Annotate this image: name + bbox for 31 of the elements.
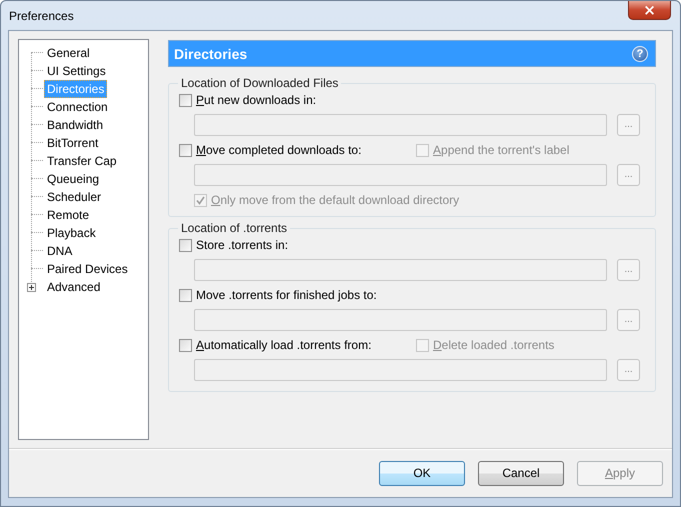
group-title: Location of .torrents — [180, 221, 288, 235]
checkbox-label[interactable]: Put new downloads in: — [196, 93, 316, 107]
tree-item[interactable]: Transfer Cap — [44, 152, 120, 170]
tree-item[interactable]: General — [44, 44, 93, 62]
dialog-button[interactable]: Cancel — [478, 460, 564, 486]
page-title: Directories — [174, 46, 248, 62]
tree-item[interactable]: Playback — [44, 224, 99, 242]
checkbox-label[interactable]: Automatically load .torrents from: — [196, 338, 372, 352]
tree-item[interactable]: Paired Devices — [44, 260, 131, 278]
tree-item[interactable]: Remote — [44, 206, 92, 224]
checkbox[interactable] — [179, 94, 192, 106]
tree-item[interactable]: Connection — [44, 98, 111, 116]
tree-item[interactable]: Scheduler — [44, 188, 104, 206]
checkbox-label[interactable]: Move completed downloads to: — [196, 143, 362, 157]
checkbox-label[interactable]: Store .torrents in: — [196, 238, 288, 252]
dialog-button[interactable]: OK — [379, 460, 465, 486]
close-button[interactable]: × — [628, 1, 671, 20]
tree-item[interactable]: Advanced — [44, 278, 104, 296]
tree-item[interactable]: BitTorrent — [44, 134, 102, 152]
checkbox[interactable] — [179, 144, 192, 156]
checkbox[interactable] — [179, 238, 192, 252]
group-title: Location of Downloaded Files — [180, 76, 340, 90]
tree-item[interactable]: DNA — [44, 242, 76, 260]
tree-item[interactable]: UI Settings — [44, 62, 109, 80]
expand-icon[interactable] — [27, 282, 36, 292]
checkbox[interactable] — [179, 288, 192, 302]
checkbox[interactable] — [179, 338, 192, 352]
window-title: Preferences — [9, 9, 74, 23]
tree-item[interactable]: Queueing — [44, 170, 102, 188]
checkbox-label[interactable]: Move .torrents for finished jobs to: — [196, 288, 377, 302]
tree-item[interactable]: Bandwidth — [44, 116, 106, 134]
